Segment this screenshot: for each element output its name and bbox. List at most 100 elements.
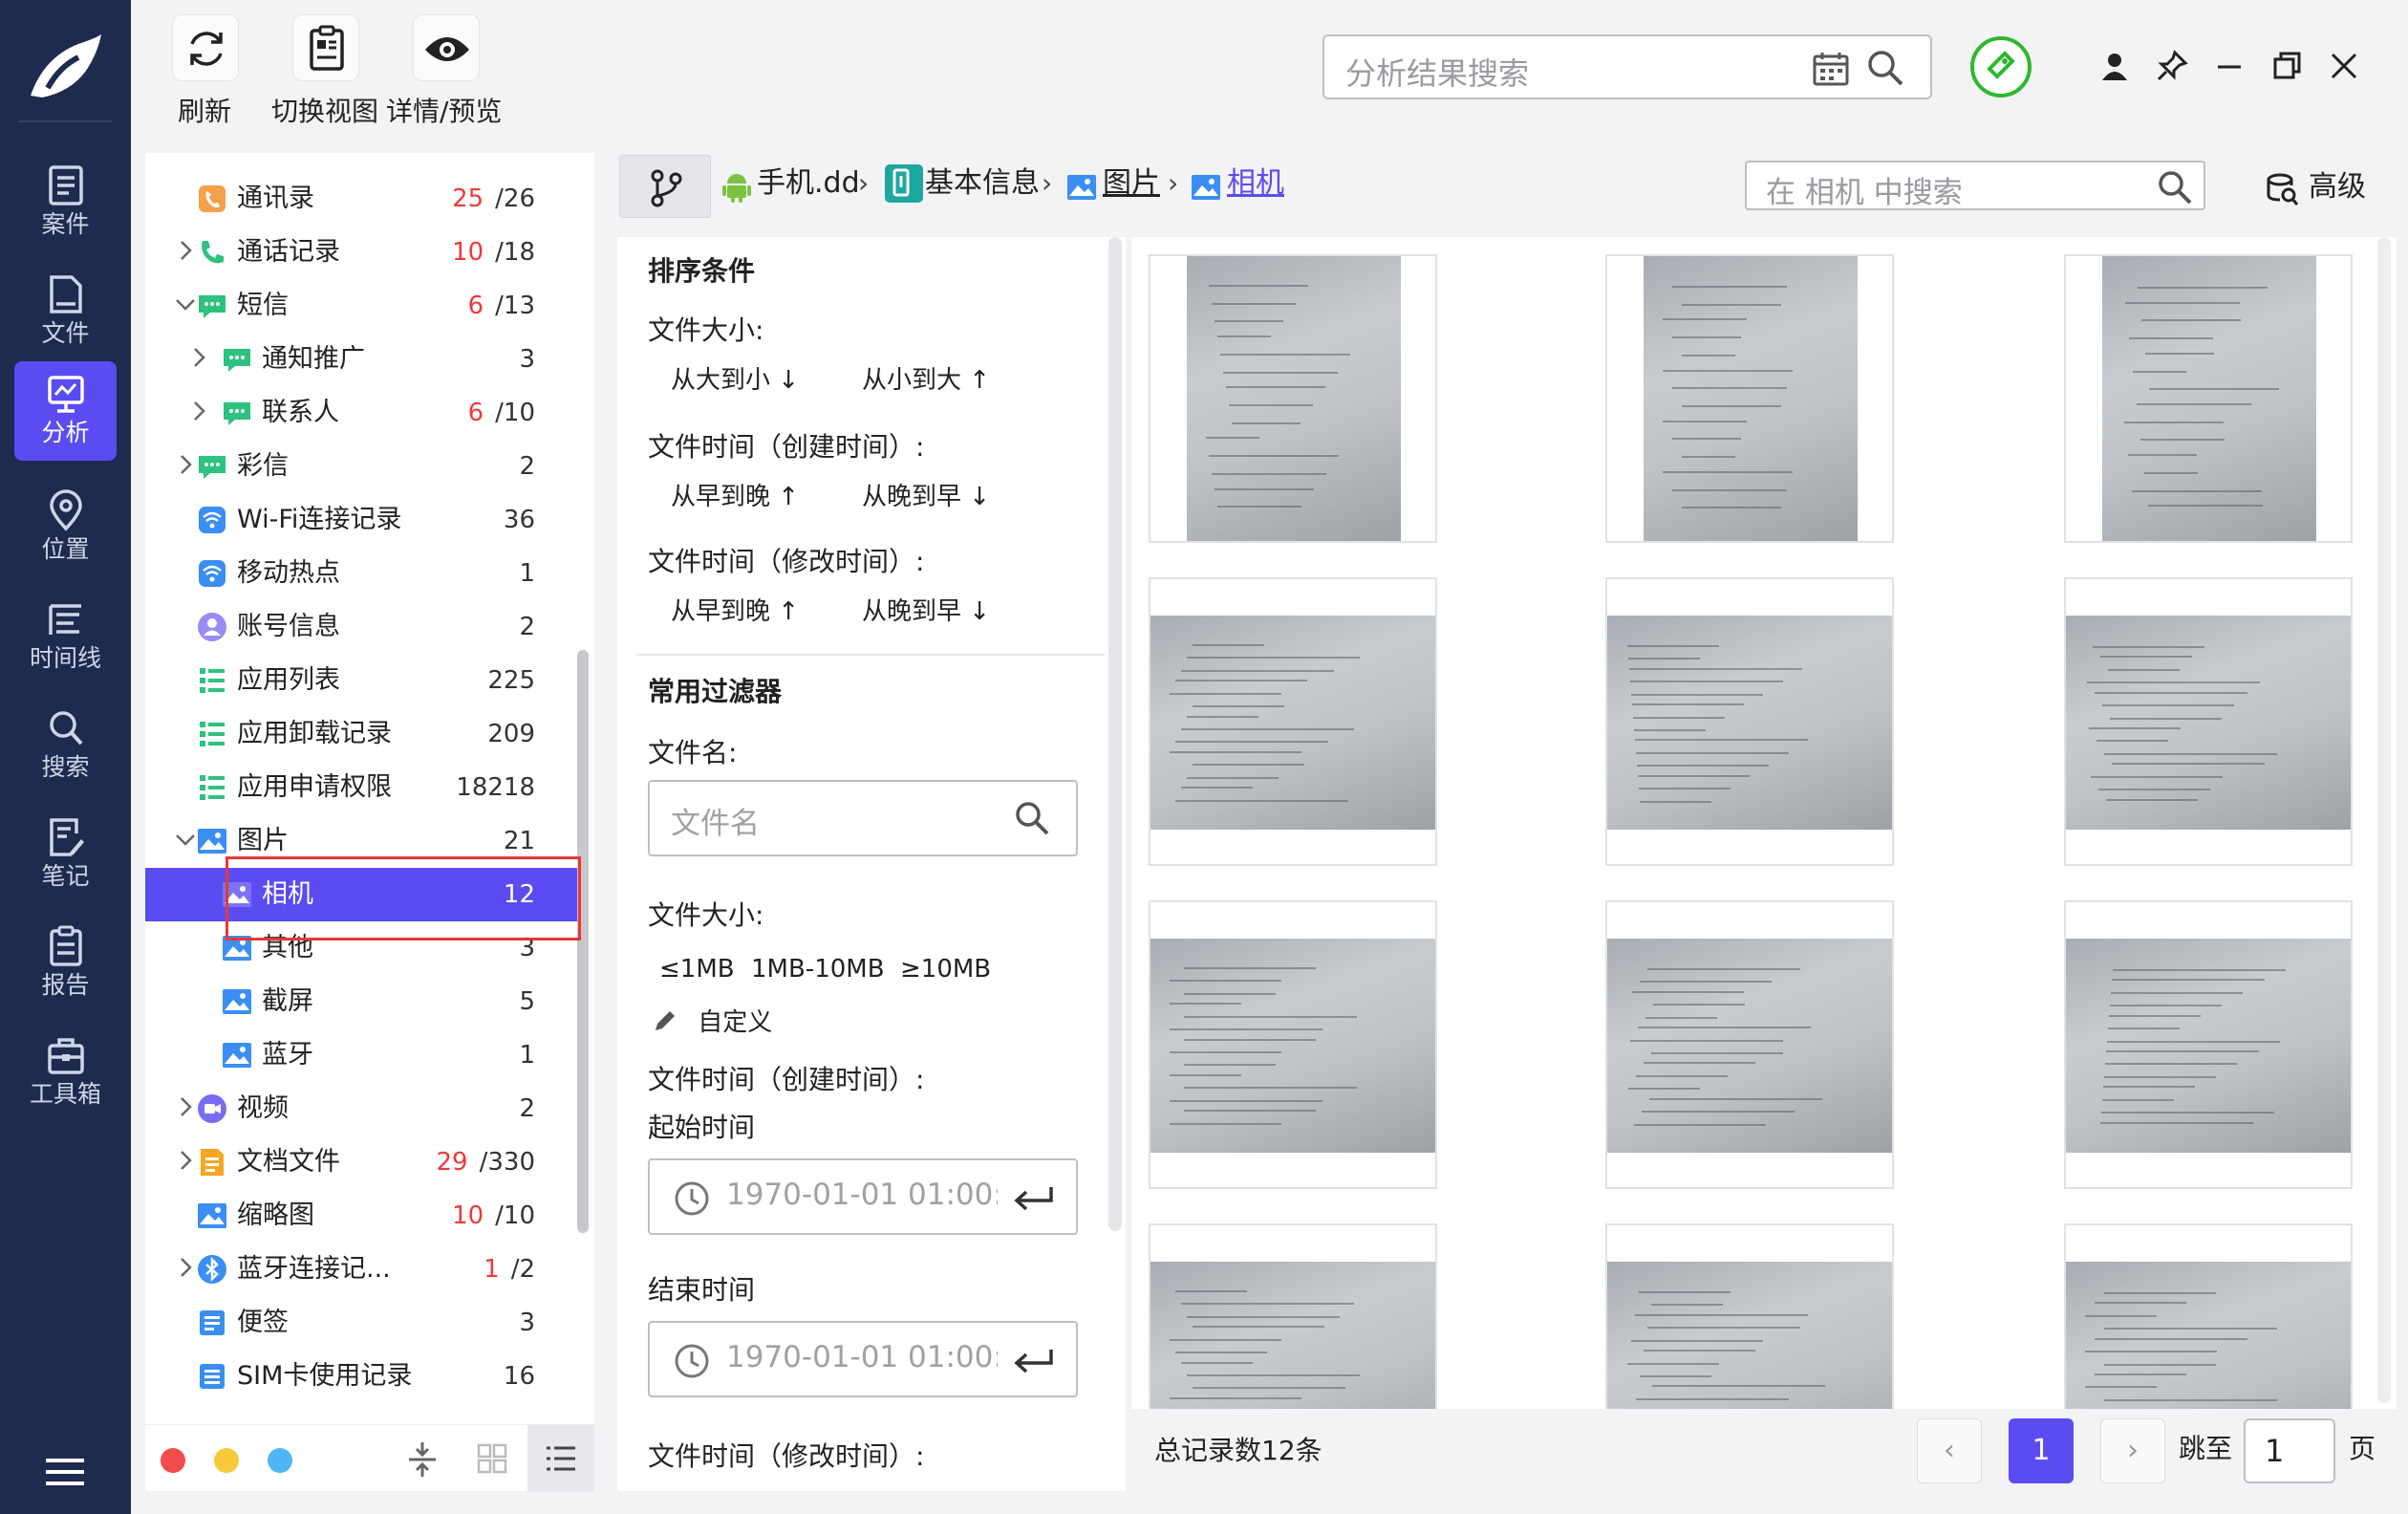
breadcrumb-pictures[interactable]: 图片 xyxy=(1103,164,1160,203)
tree-item[interactable]: 便签 3 xyxy=(145,1296,583,1350)
filter-scrollbar[interactable] xyxy=(1108,237,1122,1231)
current-page-button[interactable]: 1 xyxy=(2009,1418,2074,1483)
sort-mtime-desc[interactable]: 从晚到早 ↓ xyxy=(862,595,990,629)
enter-icon[interactable] xyxy=(1011,1179,1055,1218)
start-time-input[interactable]: 1970-01-01 01:00:00 xyxy=(648,1158,1078,1235)
tree-item[interactable]: 联系人 6/10 xyxy=(145,386,583,440)
user-icon[interactable] xyxy=(2098,50,2131,82)
analysis-search-input[interactable]: 分析结果搜索 xyxy=(1322,34,1932,99)
sort-mtime-asc[interactable]: 从早到晚 ↑ xyxy=(671,595,799,629)
list-view-button[interactable] xyxy=(527,1425,594,1492)
menu-icon[interactable] xyxy=(42,1455,88,1489)
chevron-right-icon[interactable] xyxy=(174,1095,197,1118)
nav-item-notes[interactable]: 笔记 xyxy=(14,805,117,904)
advanced-search-button[interactable]: 高级 xyxy=(2265,164,2389,210)
tree-item[interactable]: 移动热点 1 xyxy=(145,547,583,600)
minimize-icon[interactable] xyxy=(2213,50,2246,82)
switch-view-button[interactable] xyxy=(292,14,359,81)
chevron-right-icon[interactable] xyxy=(174,453,197,476)
tree-item[interactable]: Wi-Fi连接记录 36 xyxy=(145,493,583,547)
grid-scrollbar[interactable] xyxy=(2377,237,2391,1403)
photo-thumbnail[interactable] xyxy=(1149,1223,1437,1409)
search-icon[interactable] xyxy=(2156,168,2194,206)
photo-thumbnail[interactable] xyxy=(1149,900,1437,1189)
breadcrumb-camera[interactable]: 相机 xyxy=(1227,164,1284,203)
nav-item-location[interactable]: 位置 xyxy=(14,478,117,577)
close-icon[interactable] xyxy=(2328,50,2360,82)
grid-view-icon[interactable] xyxy=(476,1442,508,1475)
photo-thumbnail[interactable] xyxy=(1149,577,1437,866)
photo-thumbnail[interactable] xyxy=(2064,577,2353,866)
size-option-small[interactable]: ≤1MB xyxy=(659,952,735,986)
nav-item-toolbox[interactable]: 工具箱 xyxy=(14,1023,117,1122)
tree-item[interactable]: 缩略图 10/10 xyxy=(145,1189,583,1243)
details-preview-button[interactable] xyxy=(413,14,480,81)
breadcrumb-device[interactable]: 手机.dd xyxy=(757,164,860,203)
tree-item[interactable]: 通知推广 3 xyxy=(145,333,583,386)
tree-item[interactable]: 应用列表 225 xyxy=(145,654,583,707)
calendar-icon[interactable] xyxy=(1812,50,1850,88)
sort-size-desc[interactable]: 从大到小 ↓ xyxy=(671,363,799,398)
page-number-input[interactable]: 1 xyxy=(2244,1418,2335,1483)
nav-item-timeline[interactable]: 时间线 xyxy=(14,587,117,686)
shield-status-icon[interactable] xyxy=(1968,34,2033,99)
blue-tag-dot[interactable] xyxy=(268,1448,292,1473)
chevron-right-icon[interactable] xyxy=(187,400,210,422)
chevron-right-icon[interactable] xyxy=(174,239,197,262)
sort-ctime-desc[interactable]: 从晚到早 ↓ xyxy=(862,480,990,514)
photo-thumbnail[interactable] xyxy=(1149,254,1437,543)
tree-item[interactable]: 截屏 5 xyxy=(145,975,583,1028)
tree-scrollbar[interactable] xyxy=(577,650,589,1233)
sort-size-asc[interactable]: 从小到大 ↑ xyxy=(862,363,990,398)
chevron-right-icon[interactable] xyxy=(174,1256,197,1279)
folder-search-input[interactable]: 在 相机 中搜索 xyxy=(1745,161,2205,210)
end-time-input[interactable]: 1970-01-01 01:00:00 xyxy=(648,1321,1078,1397)
tree-item[interactable]: 视频 2 xyxy=(145,1082,583,1136)
tree-item[interactable]: 应用申请权限 18218 xyxy=(145,761,583,814)
photo-thumbnail[interactable] xyxy=(2064,900,2353,1189)
next-page-button[interactable]: › xyxy=(2100,1418,2165,1483)
size-option-medium[interactable]: 1MB-10MB xyxy=(751,952,885,986)
search-icon[interactable] xyxy=(1013,799,1051,837)
tree-item[interactable]: 通讯录 25/26 xyxy=(145,172,583,226)
filename-input[interactable]: 文件名 xyxy=(648,780,1078,856)
nav-item-file[interactable]: 文件 xyxy=(14,262,117,361)
photo-thumbnail[interactable] xyxy=(1605,254,1894,543)
tree-item[interactable]: 应用卸载记录 209 xyxy=(145,707,583,761)
nav-item-report[interactable]: 报告 xyxy=(14,914,117,1013)
nav-item-case[interactable]: 案件 xyxy=(14,153,117,252)
tree-item[interactable]: 蓝牙连接记... 1/2 xyxy=(145,1243,583,1296)
photo-thumbnail[interactable] xyxy=(2064,254,2353,543)
refresh-button[interactable] xyxy=(172,14,239,81)
tree-item[interactable]: 彩信 2 xyxy=(145,440,583,493)
sort-ctime-asc[interactable]: 从早到晚 ↑ xyxy=(671,480,799,514)
prev-page-button[interactable]: ‹ xyxy=(1917,1418,1982,1483)
nav-item-search[interactable]: 搜索 xyxy=(14,696,117,795)
breadcrumb-basic-info[interactable]: 基本信息 xyxy=(925,164,1040,203)
size-option-large[interactable]: ≥10MB xyxy=(900,952,991,986)
tree-item[interactable]: 短信 6/13 xyxy=(145,279,583,333)
chevron-right-icon[interactable] xyxy=(174,1149,197,1172)
chevron-down-icon[interactable] xyxy=(174,292,197,315)
photo-thumbnail[interactable] xyxy=(1605,1223,1894,1409)
tree-item[interactable]: 蓝牙 1 xyxy=(145,1028,583,1082)
collapse-icon[interactable] xyxy=(405,1440,440,1479)
red-tag-dot[interactable] xyxy=(161,1448,185,1473)
photo-thumbnail[interactable] xyxy=(1605,900,1894,1189)
tree-item[interactable]: 文档文件 29/330 xyxy=(145,1136,583,1189)
yellow-tag-dot[interactable] xyxy=(214,1448,239,1473)
photo-thumbnail[interactable] xyxy=(1605,577,1894,866)
restore-icon[interactable] xyxy=(2270,50,2303,82)
chevron-right-icon[interactable] xyxy=(187,346,210,369)
tree-item[interactable]: 通话记录 10/18 xyxy=(145,226,583,279)
photo-thumbnail[interactable] xyxy=(2064,1223,2353,1409)
chevron-down-icon[interactable] xyxy=(174,828,197,851)
tree-item[interactable]: SIM卡使用记录 16 xyxy=(145,1350,583,1403)
nav-item-analysis[interactable]: 分析 xyxy=(14,361,117,461)
pin-icon[interactable] xyxy=(2156,50,2188,82)
tree-item[interactable]: 账号信息 2 xyxy=(145,600,583,654)
search-icon[interactable] xyxy=(1865,48,1905,88)
custom-size-button[interactable]: 自定义 xyxy=(652,1006,772,1040)
branch-button[interactable] xyxy=(619,155,711,218)
enter-icon[interactable] xyxy=(1011,1342,1055,1380)
